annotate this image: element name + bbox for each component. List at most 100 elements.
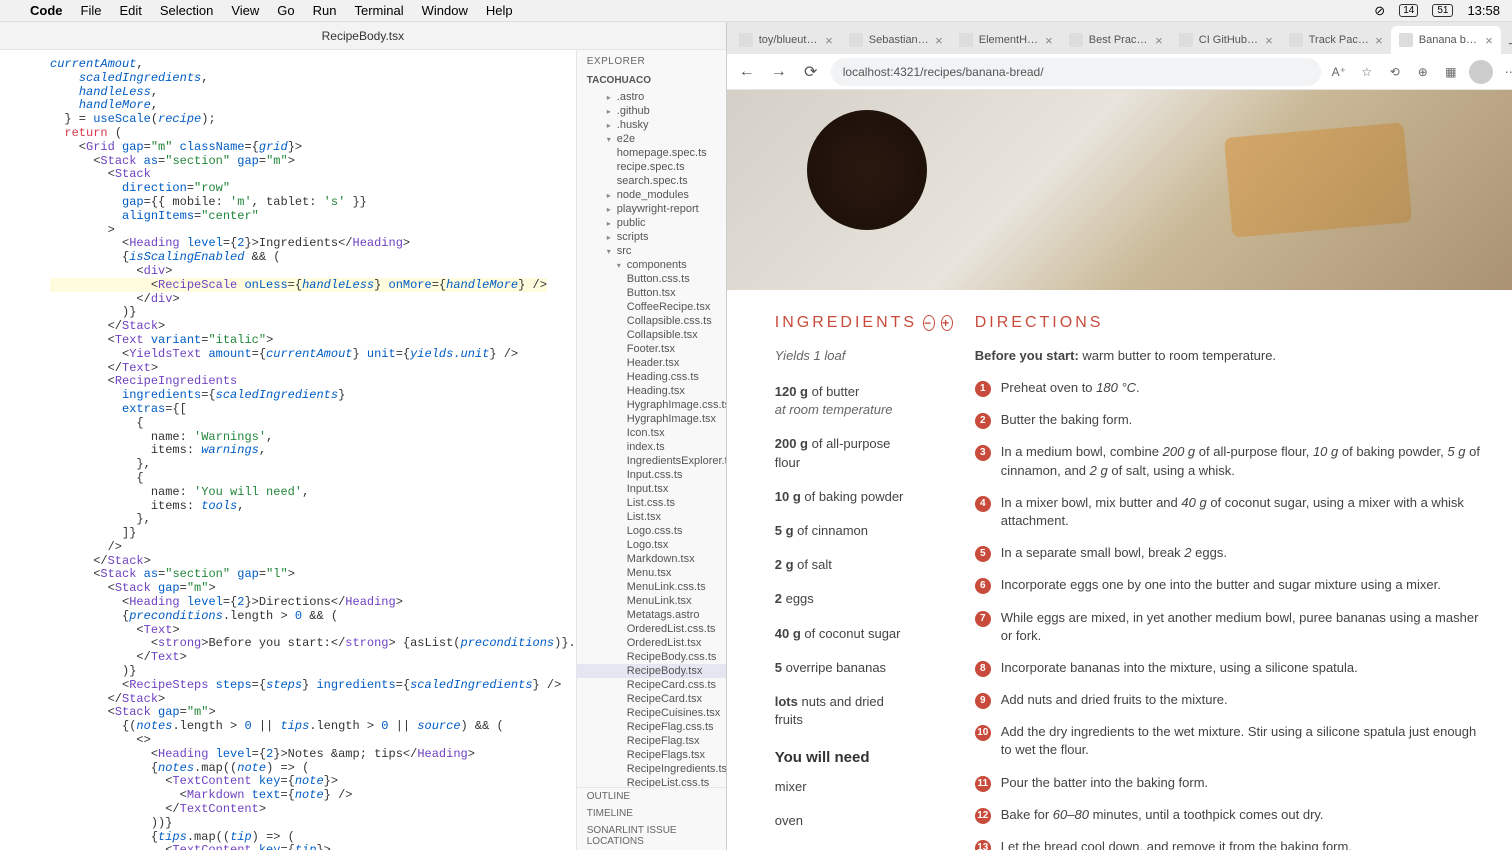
menubar-go[interactable]: Go [277,3,294,18]
browser-tab[interactable]: Best Practices× [1061,26,1171,54]
file-tree-item[interactable]: HygraphImage.css.ts [577,398,726,412]
file-tree-item[interactable]: RecipeBody.tsx [577,664,726,678]
browser-tab[interactable]: Sebastian Mag× [841,26,951,54]
file-tree-item[interactable]: node_modules [577,188,726,202]
file-tree-item[interactable]: index.ts [577,440,726,454]
file-tree-item[interactable]: RecipeCard.css.ts [577,678,726,692]
browser-tab[interactable]: toy/blueutil: Cli× [731,26,841,54]
file-tree-item[interactable]: playwright-report [577,202,726,216]
back-button[interactable]: ← [735,60,759,84]
file-tree-item[interactable]: RecipeList.css.ts [577,776,726,787]
scale-less-button[interactable]: − [923,315,935,331]
file-tree-item[interactable]: Collapsible.tsx [577,328,726,342]
browser-tab[interactable]: CI GitHub Act× [1171,26,1281,54]
file-tree-item[interactable]: .github [577,104,726,118]
close-tab-icon[interactable]: × [825,33,833,48]
file-tree-item[interactable]: Heading.tsx [577,384,726,398]
file-tree-item[interactable]: CoffeeRecipe.tsx [577,300,726,314]
wifi-icon[interactable]: ⊘ [1374,3,1385,19]
browser-tab[interactable]: ElementHandl× [951,26,1061,54]
menubar-edit[interactable]: Edit [119,3,141,18]
close-tab-icon[interactable]: × [1265,33,1273,48]
menubar-view[interactable]: View [231,3,259,18]
scale-more-button[interactable]: + [941,315,953,331]
file-tree-item[interactable]: OrderedList.css.ts [577,622,726,636]
file-tree-item[interactable]: .astro [577,90,726,104]
file-tree-item[interactable]: Header.tsx [577,356,726,370]
file-tree-item[interactable]: search.spec.ts [577,174,726,188]
browser-tab[interactable]: Banana bread× [1391,26,1501,54]
file-tree-item[interactable]: IngredientsExplorer.tsx [577,454,726,468]
file-tree-item[interactable]: Icon.tsx [577,426,726,440]
menubar-run[interactable]: Run [313,3,337,18]
new-tab-button[interactable]: + [1501,36,1512,54]
browser-tab[interactable]: Track Package× [1281,26,1391,54]
file-tree-item[interactable]: src [577,244,726,258]
timeline-section[interactable]: TIMELINE [577,805,726,822]
code-editor[interactable]: currentAmout, scaledIngredients, handleL… [0,50,576,850]
file-tree-item[interactable]: Footer.tsx [577,342,726,356]
outline-section[interactable]: OUTLINE [577,788,726,805]
file-tree-item[interactable]: Menu.tsx [577,566,726,580]
menubar-app[interactable]: Code [30,3,63,18]
file-tree-item[interactable]: public [577,216,726,230]
file-tree-item[interactable]: Metatags.astro [577,608,726,622]
file-tree-item[interactable]: Input.tsx [577,482,726,496]
project-root[interactable]: TACOHUACO [577,73,726,88]
file-tree-item[interactable]: RecipeBody.css.ts [577,650,726,664]
file-tree-item[interactable]: Markdown.tsx [577,552,726,566]
file-tree-item[interactable]: RecipeFlag.tsx [577,734,726,748]
favorite-icon[interactable]: ☆ [1357,62,1377,82]
close-tab-icon[interactable]: × [1045,33,1053,48]
file-tree-item[interactable]: RecipeIngredients.tsx [577,762,726,776]
menu-icon[interactable]: ⋯ [1501,62,1512,82]
file-tree-item[interactable]: MenuLink.css.ts [577,580,726,594]
file-tree-item[interactable]: RecipeFlag.css.ts [577,720,726,734]
sync-icon[interactable]: ⟲ [1385,62,1405,82]
sonarlint-section[interactable]: SONARLINT ISSUE LOCATIONS [577,822,726,850]
reload-button[interactable]: ⟳ [799,60,823,84]
close-tab-icon[interactable]: × [935,33,943,48]
reader-icon[interactable]: A⁺ [1329,62,1349,82]
menubar-help[interactable]: Help [486,3,513,18]
close-tab-icon[interactable]: × [1375,33,1383,48]
file-tree-item[interactable]: Logo.tsx [577,538,726,552]
file-tree-item[interactable]: Input.css.ts [577,468,726,482]
vscode-active-tab[interactable]: RecipeBody.tsx [322,29,404,43]
file-tree-item[interactable]: Button.tsx [577,286,726,300]
battery-indicator[interactable]: 51 [1432,4,1453,17]
file-tree-item[interactable]: RecipeCuisines.tsx [577,706,726,720]
file-tree-item[interactable]: components [577,258,726,272]
file-tree-item[interactable]: List.tsx [577,510,726,524]
date-indicator[interactable]: 14 [1399,4,1418,17]
file-tree-item[interactable]: List.css.ts [577,496,726,510]
file-tree-item[interactable]: .husky [577,118,726,132]
file-tree-item[interactable]: recipe.spec.ts [577,160,726,174]
file-tree-item[interactable]: scripts [577,230,726,244]
forward-button[interactable]: → [767,60,791,84]
file-tree-item[interactable]: OrderedList.tsx [577,636,726,650]
file-tree-item[interactable]: Button.css.ts [577,272,726,286]
menubar-window[interactable]: Window [422,3,468,18]
menubar-selection[interactable]: Selection [160,3,213,18]
step-number-badge: 10 [975,725,991,741]
clock[interactable]: 13:58 [1467,3,1500,18]
file-tree-item[interactable]: RecipeFlags.tsx [577,748,726,762]
file-tree-item[interactable]: Logo.css.ts [577,524,726,538]
collections-icon[interactable]: ⊕ [1413,62,1433,82]
direction-step: 12Bake for 60–80 minutes, until a toothp… [975,806,1481,824]
menubar-terminal[interactable]: Terminal [355,3,404,18]
file-tree-item[interactable]: RecipeCard.tsx [577,692,726,706]
file-tree-item[interactable]: homepage.spec.ts [577,146,726,160]
extensions-icon[interactable]: ▦ [1441,62,1461,82]
file-tree-item[interactable]: Heading.css.ts [577,370,726,384]
url-bar[interactable]: localhost:4321/recipes/banana-bread/ [831,58,1321,86]
close-tab-icon[interactable]: × [1485,33,1493,48]
file-tree-item[interactable]: e2e [577,132,726,146]
profile-avatar[interactable] [1469,60,1493,84]
file-tree-item[interactable]: Collapsible.css.ts [577,314,726,328]
menubar-file[interactable]: File [81,3,102,18]
close-tab-icon[interactable]: × [1155,33,1163,48]
file-tree-item[interactable]: MenuLink.tsx [577,594,726,608]
file-tree-item[interactable]: HygraphImage.tsx [577,412,726,426]
